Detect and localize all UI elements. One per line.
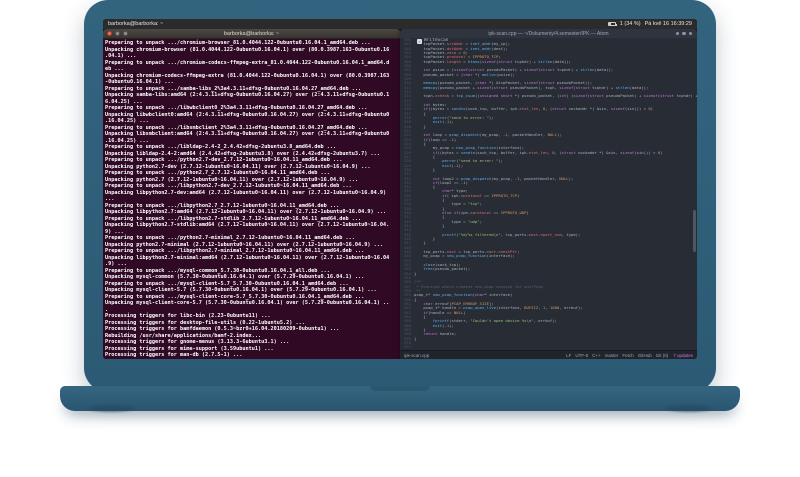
code-line: 316 if((bytes = sendto(sock_tcp, buffer,… — [400, 106, 697, 112]
code-text: * Function which creates new pcap sessio… — [414, 283, 543, 289]
editor-overlay-chip[interactable]: ✓ WriteScan — [417, 38, 449, 44]
updates-badge[interactable]: 7 updates — [673, 353, 693, 358]
system-tray: 1 (34 %) Pá kvě 16 16:39:29 — [607, 21, 692, 27]
clock-indicator[interactable]: Pá kvě 16 16:39:29 — [645, 21, 692, 27]
code-text: printf("%d/%s filtered\n", tcp_ports->ac… — [442, 231, 581, 237]
statusbar-items: LF UTF-8 C++ master Fetch GitHub Git (0) — [562, 353, 668, 358]
laptop-base-notch — [370, 386, 430, 391]
minimize-icon[interactable] — [675, 31, 679, 36]
terminal-title: barborka@barborka: ~ — [223, 30, 280, 37]
terminal-line: Preparing to unpack .../chromium-codecs-… — [105, 59, 390, 66]
atom-statusbar: ipk-scan.cpp LF UTF-8 C++ master Fetch GitHub… — [400, 350, 697, 359]
code-text: if((bytes = sendto(sock_tcp, buffer, iph… — [432, 149, 663, 155]
code-text: tcph->check = tcp_csum((unsigned short *… — [414, 93, 697, 99]
battery-indicator[interactable]: 1 (34 %) — [620, 21, 641, 27]
code-text: pseudo_packet = (char *) malloc(psize); — [414, 71, 515, 77]
code-text: return handle; — [423, 331, 457, 337]
code-text: } — [414, 166, 436, 172]
terminal-line: Unpacking mysql-client-5.7 (5.7.30-0ubun… — [105, 287, 377, 293]
terminal-line: Unpacking libwbclient0:amd64 (2:4.3.11+d… — [105, 111, 390, 118]
terminal-line: Preparing to unpack .../chromium-browser… — [105, 40, 371, 46]
maximize-icon[interactable] — [682, 31, 686, 36]
terminal-line: Unpacking samba-libs:amd64 (2:4.3.11+dfs… — [105, 92, 390, 98]
statusbar-item[interactable]: master — [605, 353, 619, 358]
terminal-titlebar[interactable]: barborka@barborka: ~ — [103, 29, 400, 39]
maximize-button[interactable] — [123, 31, 128, 36]
statusbar-item[interactable]: GitHub — [638, 353, 652, 358]
editor-scrollbar[interactable] — [693, 209, 696, 252]
window-controls — [675, 31, 692, 36]
terminal-line: Preparing to unpack .../libwbclient0_2%3… — [105, 105, 368, 111]
code-text: if((bytes = sendto(sock_tcp, buffer, iph… — [423, 106, 654, 112]
code-line: 371 — [400, 344, 697, 350]
code-text: } — [414, 123, 426, 129]
terminal-line: Unpacking mysql-client-core-5.7 (5.7.30-… — [105, 300, 390, 306]
laptop-lid: barborka@barborka: ~ 1 (34 %) Pá kvě 16 … — [84, 0, 716, 392]
code-text: } — [414, 270, 417, 276]
laptop-base — [60, 386, 740, 411]
terminal-line: Preparing to unpack .../libpython2.7-min… — [105, 248, 365, 254]
code-text: free(pseudo_packet); — [423, 266, 471, 272]
terminal-line: Unpacking libpython2.7:amd64 (2.7.12-1ub… — [105, 209, 387, 215]
line-number: 371 — [403, 344, 411, 350]
terminal-window[interactable]: barborka@barborka: ~ Preparing to unpack… — [103, 29, 400, 359]
code-editor[interactable]: ✓ WriteScan 300 301 tcpPacket.srcAddr = i… — [400, 38, 697, 350]
minimize-button[interactable] — [115, 31, 120, 36]
code-line: 326 if((bytes = sendto(sock_tcp, buffer,… — [400, 149, 697, 155]
statusbar-filename[interactable]: ipk-scan.cpp — [404, 353, 429, 358]
code-text: } — [414, 335, 417, 341]
code-text: pcap_t* new_pcap_function(char* interfac… — [414, 292, 513, 298]
battery-fill — [608, 23, 611, 25]
atom-title: ipk-scan.cpp — ~/Dokumenty/4.semester/IP… — [488, 30, 609, 37]
statusbar-item[interactable]: Git (0) — [656, 353, 669, 358]
statusbar-item[interactable]: LF — [566, 353, 571, 358]
terminal-line: Unpacking libpython2.7-minimal:amd64 (2.… — [105, 254, 390, 261]
code-lines: 300 301 tcpPacket.srcAddr = inet_addr(my_… — [400, 38, 697, 350]
code-text: memcpy(pseudo_packet + sizeof(struct pse… — [423, 84, 649, 90]
code-text: } — [414, 223, 445, 229]
code-line: 313 tcph->check = tcp_csum((unsigned sho… — [400, 93, 697, 99]
battery-icon[interactable] — [607, 22, 617, 26]
laptop-foot-shadow — [666, 405, 712, 412]
terminal-line: Unpacking mysql-common (5.7.30-0ubuntu0.… — [105, 274, 365, 280]
code-text: my_pcap = new_pcap_function(interface); — [414, 253, 515, 259]
close-icon[interactable] — [688, 31, 692, 36]
statusbar-item[interactable]: C++ — [592, 353, 601, 358]
menubar-window-title: barborka@barborka: ~ — [108, 21, 164, 27]
desktop-menubar: barborka@barborka: ~ 1 (34 %) Pá kvě 16 … — [103, 19, 697, 29]
close-button[interactable] — [107, 31, 112, 36]
terminal-line: Processing triggers for man-db (2.7.5-1)… — [105, 352, 243, 358]
statusbar-item[interactable]: UTF-8 — [575, 353, 588, 358]
laptop-foot-shadow — [88, 405, 134, 412]
terminal-line: Unpacking chromium-browser (81.0.4044.12… — [105, 46, 390, 53]
code-text: tcpPacket.length = htons(sizeof(struct t… — [414, 58, 572, 64]
terminal-line: Unpacking libsmbclient:amd64 (2:4.3.11+d… — [105, 131, 390, 137]
statusbar-item[interactable]: Fetch — [622, 353, 633, 358]
code-text: } — [414, 240, 426, 246]
terminal-output[interactable]: Preparing to unpack .../chromium-browser… — [103, 39, 400, 359]
terminal-line: Unpacking libpython2.7-dev:amd64 (2.7.12… — [105, 189, 387, 196]
chip-label: WriteScan — [424, 38, 449, 44]
atom-titlebar[interactable]: ipk-scan.cpp — ~/Dokumenty/4.semester/IP… — [400, 29, 697, 38]
atom-window[interactable]: ipk-scan.cpp — ~/Dokumenty/4.semester/IP… — [400, 29, 697, 359]
checkbox-icon: ✓ — [417, 39, 422, 44]
terminal-line: Unpacking libpython2.7-stdlib:amd64 (2.7… — [105, 222, 390, 228]
screen: barborka@barborka: ~ 1 (34 %) Pá kvě 16 … — [103, 19, 697, 359]
